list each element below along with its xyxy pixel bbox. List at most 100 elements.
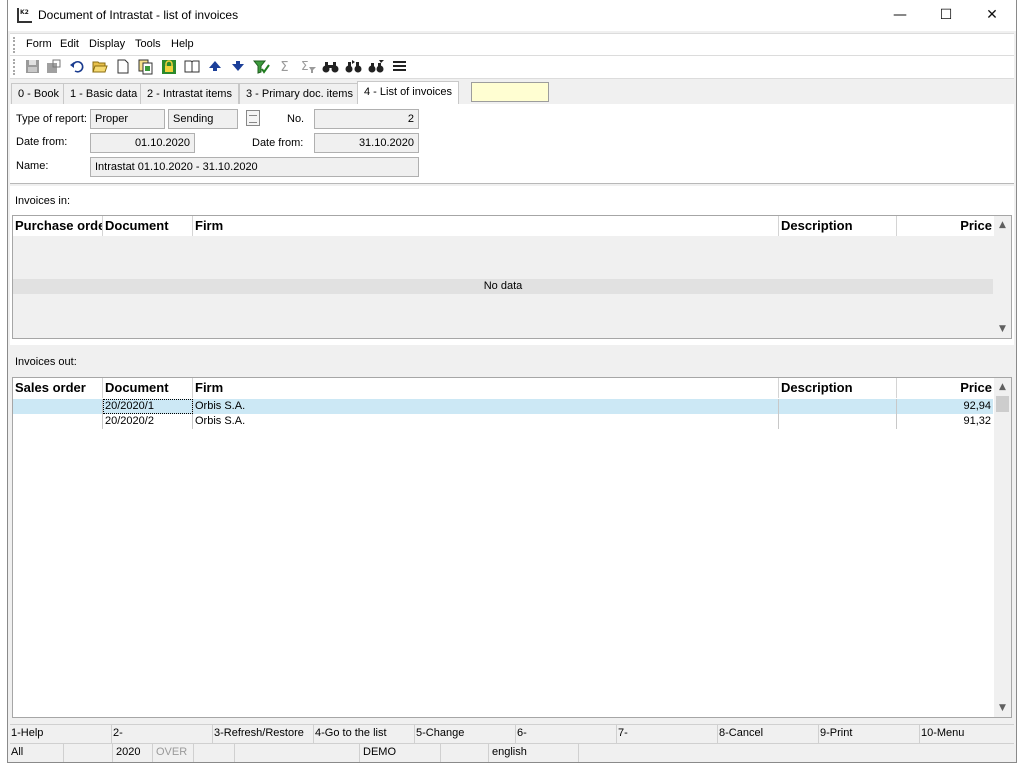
invoices-out-scrollbar[interactable]: ▲ ▼ bbox=[994, 378, 1011, 717]
scroll-up-icon[interactable]: ▲ bbox=[994, 218, 1011, 232]
direction-field[interactable]: Sending bbox=[168, 109, 238, 129]
col-purchase-order[interactable]: Purchase order bbox=[13, 216, 103, 236]
col-firm[interactable]: Firm bbox=[193, 378, 779, 398]
col-document[interactable]: Document bbox=[103, 378, 193, 398]
close-button[interactable]: ✕ bbox=[969, 0, 1015, 31]
col-price[interactable]: Price bbox=[897, 378, 994, 398]
col-sales-order[interactable]: Sales order bbox=[13, 378, 103, 398]
main-window: K2 Document of Intrastat - list of invoi… bbox=[7, 0, 1017, 763]
copy-document-icon[interactable] bbox=[137, 59, 154, 76]
menu-help[interactable]: Help bbox=[171, 38, 194, 50]
type-of-report-field[interactable]: Proper bbox=[90, 109, 165, 129]
date-from-field[interactable]: 01.10.2020 bbox=[90, 133, 195, 153]
book-icon[interactable] bbox=[183, 59, 200, 76]
status-empty-4 bbox=[441, 744, 489, 762]
maximize-button[interactable]: ☐ bbox=[923, 0, 969, 31]
binoculars-next-icon[interactable] bbox=[345, 59, 362, 76]
invoices-in-header: Purchase order Document Firm Description… bbox=[13, 216, 995, 236]
sum-filter-icon[interactable]: Σ bbox=[300, 59, 317, 76]
col-description[interactable]: Description bbox=[779, 216, 897, 236]
menu-display[interactable]: Display bbox=[89, 38, 125, 50]
binoculars-settings-icon[interactable] bbox=[368, 59, 385, 76]
toolbar-grip[interactable] bbox=[13, 59, 15, 75]
lock-icon[interactable] bbox=[160, 59, 177, 76]
fkey-6[interactable]: 6- bbox=[516, 725, 617, 743]
filter-check-icon[interactable] bbox=[252, 59, 270, 76]
invoices-in-grid[interactable]: Purchase order Document Firm Description… bbox=[12, 215, 1012, 339]
sum-icon[interactable]: Σ bbox=[276, 59, 293, 76]
col-document[interactable]: Document bbox=[103, 216, 193, 236]
new-document-icon[interactable] bbox=[114, 59, 131, 76]
fkey-8-cancel[interactable]: 8-Cancel bbox=[718, 725, 819, 743]
save-as-icon[interactable] bbox=[45, 59, 62, 76]
binoculars-icon[interactable] bbox=[322, 59, 339, 76]
svg-text:Σ: Σ bbox=[301, 59, 309, 73]
fkey-7[interactable]: 7- bbox=[617, 725, 718, 743]
fkey-3-refresh[interactable]: 3-Refresh/Restore bbox=[213, 725, 314, 743]
fkey-2[interactable]: 2- bbox=[112, 725, 213, 743]
menu-grip[interactable] bbox=[13, 37, 15, 53]
invoices-in-scrollbar[interactable]: ▲ ▼ bbox=[994, 216, 1011, 338]
fkey-9-print[interactable]: 9-Print bbox=[819, 725, 920, 743]
status-language: english bbox=[489, 744, 579, 762]
toolbar: Σ Σ bbox=[10, 56, 1014, 79]
document-icon[interactable] bbox=[246, 110, 260, 126]
undo-icon[interactable] bbox=[68, 59, 85, 76]
k2-app-icon: K2 bbox=[17, 8, 32, 23]
invoices-out-header: Sales order Document Firm Description Pr… bbox=[13, 378, 995, 398]
col-price[interactable]: Price bbox=[897, 216, 994, 236]
open-folder-icon[interactable] bbox=[91, 59, 108, 76]
title-bar: K2 Document of Intrastat - list of invoi… bbox=[8, 0, 1016, 31]
tab-basic-data[interactable]: 1 - Basic data bbox=[63, 83, 145, 104]
cell-document: 20/2020/2 bbox=[103, 414, 193, 429]
type-of-report-label: Type of report: bbox=[16, 113, 87, 125]
table-row[interactable]: 20/2020/2 Orbis S.A. 91,32 bbox=[13, 414, 993, 429]
date-from-label: Date from: bbox=[16, 136, 68, 148]
date-to-field[interactable]: 31.10.2020 bbox=[314, 133, 419, 153]
scroll-down-icon[interactable]: ▼ bbox=[994, 701, 1011, 715]
cell-firm: Orbis S.A. bbox=[193, 399, 779, 414]
window-title: Document of Intrastat - list of invoices bbox=[38, 8, 239, 22]
tab-primary-doc-items[interactable]: 3 - Primary doc. items bbox=[239, 83, 360, 104]
status-empty-2 bbox=[194, 744, 235, 762]
scroll-up-icon[interactable]: ▲ bbox=[994, 380, 1011, 394]
invoices-in-body: No data bbox=[13, 236, 995, 338]
menu-tools[interactable]: Tools bbox=[135, 38, 161, 50]
cell-document[interactable]: 20/2020/1 bbox=[103, 399, 193, 414]
arrow-up-icon[interactable] bbox=[206, 59, 223, 76]
arrow-down-icon[interactable] bbox=[229, 59, 246, 76]
minimize-button[interactable]: — bbox=[877, 0, 923, 31]
fkey-1-help[interactable]: 1-Help bbox=[10, 725, 112, 743]
scroll-thumb[interactable] bbox=[996, 396, 1009, 412]
menu-edit[interactable]: Edit bbox=[60, 38, 79, 50]
menu-form[interactable]: Form bbox=[26, 38, 52, 50]
status-empty-1 bbox=[64, 744, 113, 762]
fkey-4-go-to-list[interactable]: 4-Go to the list bbox=[314, 725, 415, 743]
tab-book[interactable]: 0 - Book bbox=[11, 83, 66, 104]
status-year: 2020 bbox=[113, 744, 153, 762]
fkey-5-change[interactable]: 5-Change bbox=[415, 725, 516, 743]
table-row[interactable]: 20/2020/1 Orbis S.A. 92,94 bbox=[13, 399, 993, 414]
no-field[interactable]: 2 bbox=[314, 109, 419, 129]
col-description[interactable]: Description bbox=[779, 378, 897, 398]
invoices-out-grid[interactable]: Sales order Document Firm Description Pr… bbox=[12, 377, 1012, 718]
scroll-down-icon[interactable]: ▼ bbox=[994, 322, 1011, 336]
tab-list-of-invoices[interactable]: 4 - List of invoices bbox=[357, 81, 460, 104]
col-firm[interactable]: Firm bbox=[193, 216, 779, 236]
status-bar: All 2020 OVER DEMO english bbox=[10, 743, 1014, 762]
cell-sales-order bbox=[13, 414, 103, 429]
menu-lines-icon[interactable] bbox=[391, 59, 408, 76]
cell-sales-order bbox=[13, 399, 103, 414]
invoices-in-label: Invoices in: bbox=[15, 195, 71, 207]
tab-filter-box[interactable] bbox=[471, 82, 549, 102]
cell-price: 91,32 bbox=[963, 415, 991, 427]
save-icon[interactable] bbox=[24, 59, 41, 76]
name-label: Name: bbox=[16, 160, 49, 172]
tab-intrastat-items[interactable]: 2 - Intrastat items bbox=[140, 83, 239, 104]
name-field[interactable]: Intrastat 01.10.2020 - 31.10.2020 bbox=[90, 157, 419, 177]
function-key-bar: 1-Help 2- 3-Refresh/Restore 4-Go to the … bbox=[10, 724, 1014, 743]
menu-bar: Form Edit Display Tools Help bbox=[10, 33, 1014, 56]
fkey-10-menu[interactable]: 10-Menu bbox=[920, 725, 1014, 743]
cell-description bbox=[779, 414, 897, 429]
cell-price: 92,94 bbox=[963, 400, 991, 412]
